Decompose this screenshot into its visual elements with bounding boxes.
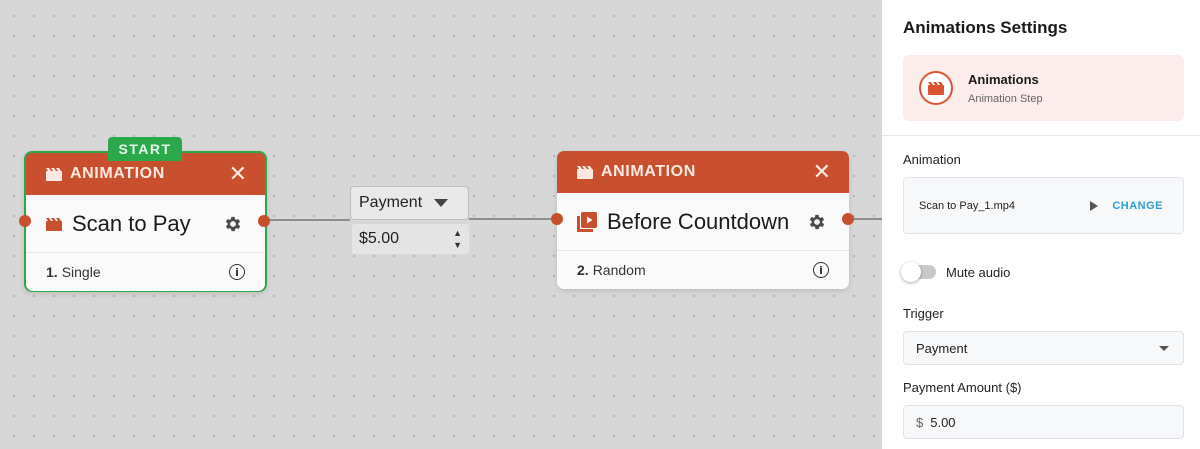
edge-amount-value: $5.00 — [359, 230, 400, 247]
node-input-port[interactable] — [19, 215, 31, 227]
node-index: 2. — [577, 262, 589, 278]
node-input-port[interactable] — [551, 213, 563, 225]
step-type-subtitle: Animation Step — [968, 92, 1043, 105]
clapperboard-icon — [46, 168, 62, 181]
step-type-card: Animations Animation Step — [903, 55, 1184, 121]
payment-amount-input[interactable] — [930, 414, 1131, 430]
change-button[interactable]: CHANGE — [1112, 200, 1163, 212]
edge-trigger-select[interactable]: Payment — [350, 186, 469, 220]
currency-symbol: $ — [916, 414, 924, 430]
video-library-icon — [577, 211, 597, 232]
node-name: Scan to Pay — [72, 210, 191, 236]
flow-canvas[interactable]: START ANIMATION ✕ Scan to Pay 1. Single — [0, 0, 882, 449]
flow-node-scan-to-pay[interactable]: ANIMATION ✕ Scan to Pay 1. Single i — [24, 151, 267, 292]
trigger-value: Payment — [916, 340, 968, 356]
connector-line — [267, 219, 350, 221]
close-icon[interactable]: ✕ — [229, 163, 247, 185]
edge-trigger-value: Payment — [359, 194, 423, 211]
clapperboard-icon — [46, 217, 62, 231]
node-type-label: ANIMATION — [70, 165, 165, 182]
edge-amount-input[interactable]: $5.00 ▲ ▼ — [352, 224, 469, 254]
chevron-down-icon — [434, 199, 448, 207]
clapperboard-icon — [577, 166, 593, 179]
node-mode: Random — [592, 262, 646, 278]
node-mode: Single — [61, 264, 101, 280]
info-icon[interactable]: i — [229, 264, 245, 280]
node-type-label: ANIMATION — [601, 163, 696, 180]
trigger-label: Trigger — [903, 306, 944, 321]
node-footer: 1. Single i — [26, 253, 265, 291]
animation-file-field: Scan to Pay_1.mp4 CHANGE — [903, 177, 1184, 234]
node-output-port[interactable] — [842, 213, 854, 225]
step-icon-circle — [919, 71, 953, 105]
chevron-down-icon — [1159, 345, 1169, 351]
toggle-knob — [901, 262, 921, 282]
node-header[interactable]: ANIMATION ✕ — [557, 151, 849, 193]
node-footer: 2. Random i — [557, 251, 849, 289]
spin-up-icon[interactable]: ▲ — [453, 227, 462, 239]
divider — [882, 135, 1200, 136]
gear-icon[interactable] — [223, 214, 243, 234]
animation-file-name: Scan to Pay_1.mp4 — [919, 199, 1016, 212]
number-spinner[interactable]: ▲ ▼ — [453, 227, 462, 251]
mute-audio-label: Mute audio — [946, 265, 1011, 280]
node-name: Before Countdown — [607, 208, 790, 234]
flow-node-before-countdown[interactable]: ANIMATION ✕ Before Countdown 2. Random i — [557, 151, 849, 289]
panel-title: Animations Settings — [903, 18, 1068, 37]
play-icon[interactable] — [1090, 200, 1099, 211]
close-icon[interactable]: ✕ — [813, 161, 831, 183]
node-index: 1. — [46, 264, 58, 280]
step-type-title: Animations — [968, 71, 1039, 87]
edge-condition: Payment $5.00 ▲ ▼ — [350, 186, 469, 254]
info-icon[interactable]: i — [813, 262, 829, 278]
spin-down-icon[interactable]: ▼ — [453, 239, 462, 251]
start-badge: START — [108, 137, 182, 161]
node-body[interactable]: Scan to Pay — [26, 195, 265, 253]
animation-label: Animation — [903, 152, 961, 167]
connector-line — [469, 218, 557, 220]
mute-audio-toggle[interactable] — [901, 262, 936, 282]
clapperboard-icon — [928, 82, 944, 95]
payment-amount-field: $ — [903, 405, 1184, 439]
payment-amount-label: Payment Amount ($) — [903, 380, 1022, 395]
node-output-port[interactable] — [258, 215, 270, 227]
settings-panel: Animations Settings Animations Animation… — [882, 0, 1200, 449]
gear-icon[interactable] — [807, 212, 827, 232]
node-body[interactable]: Before Countdown — [557, 193, 849, 251]
trigger-select[interactable]: Payment — [903, 331, 1184, 365]
